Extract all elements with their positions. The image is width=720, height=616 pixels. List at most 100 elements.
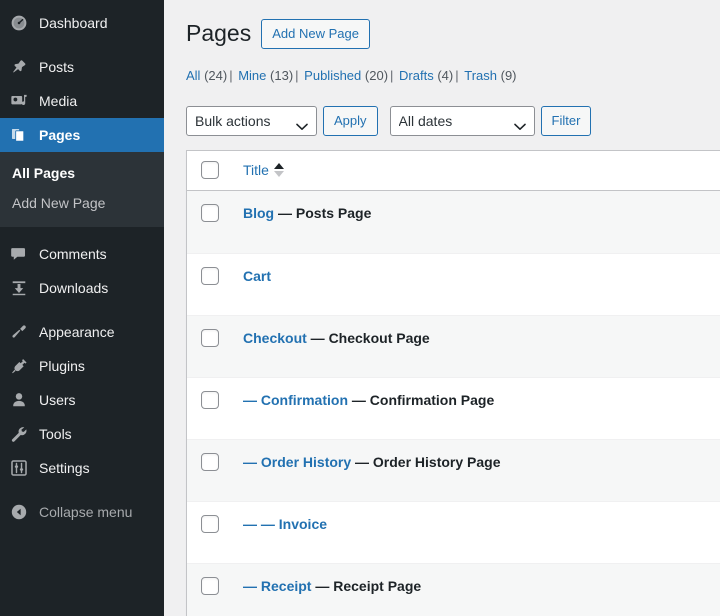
column-header-title: Title bbox=[233, 150, 720, 191]
page-header: Pages Add New Page bbox=[186, 10, 720, 49]
sidebar-item-settings[interactable]: Settings bbox=[0, 451, 164, 485]
sidebar-item-plugins[interactable]: Plugins bbox=[0, 349, 164, 383]
row-checkbox[interactable] bbox=[201, 390, 219, 409]
page-title-link[interactable]: — Confirmation bbox=[243, 392, 348, 408]
sidebar-item-label: Tools bbox=[39, 426, 72, 442]
comments-icon bbox=[9, 244, 29, 264]
media-icon bbox=[9, 91, 29, 111]
sidebar-item-downloads[interactable]: Downloads bbox=[0, 271, 164, 305]
sidebar-submenu-item-add-new-page[interactable]: Add New Page bbox=[0, 189, 164, 219]
plugins-icon bbox=[9, 356, 29, 376]
page-title-link[interactable]: — — Invoice bbox=[243, 516, 327, 532]
view-count-drafts: (4) bbox=[437, 67, 454, 83]
main-content: Pages Add New Page All (24) | Mine (13) | … bbox=[164, 0, 720, 616]
page-title-link[interactable]: Blog bbox=[243, 205, 274, 221]
apply-button[interactable]: Apply bbox=[323, 105, 378, 136]
submenu-label: Add New Page bbox=[12, 194, 106, 211]
admin-sidebar: Dashboard Posts Media Pages All Pages Ad… bbox=[0, 0, 172, 616]
pages-table: Title Blog — Posts Page Cart Checkout — … bbox=[186, 149, 720, 616]
row-title-wrap: — — Invoice bbox=[243, 516, 327, 532]
view-link-mine: Mine (13) | bbox=[238, 68, 300, 83]
row-checkbox[interactable] bbox=[201, 576, 219, 595]
select-all-header bbox=[187, 150, 233, 191]
row-checkbox[interactable] bbox=[201, 514, 219, 533]
row-checkbox[interactable] bbox=[201, 452, 219, 471]
dates-filter-select[interactable]: All dates bbox=[389, 105, 535, 136]
page-state-label: — Confirmation Page bbox=[348, 391, 495, 408]
row-checkbox[interactable] bbox=[201, 328, 219, 347]
sort-ascending-icon bbox=[273, 163, 284, 170]
sidebar-divider bbox=[0, 227, 164, 237]
sidebar-item-collapse-menu[interactable]: Collapse menu bbox=[0, 495, 164, 529]
sidebar-submenu-item-all-pages[interactable]: All Pages bbox=[0, 159, 164, 189]
view-count-published: (20) bbox=[364, 67, 389, 83]
view-separator: | bbox=[229, 67, 233, 83]
sidebar-divider bbox=[0, 485, 164, 495]
page-title-link[interactable]: Checkout bbox=[243, 330, 307, 346]
sidebar-submenu-pages: All Pages Add New Page bbox=[0, 152, 164, 227]
page-state-label: — Checkout Page bbox=[306, 329, 430, 346]
pin-icon bbox=[9, 57, 29, 77]
view-link-published-anchor[interactable]: Published bbox=[304, 68, 361, 83]
settings-icon bbox=[9, 458, 29, 478]
view-count-trash: (9) bbox=[500, 67, 517, 83]
table-body: Blog — Posts Page Cart Checkout — Checko… bbox=[187, 190, 720, 616]
sidebar-item-label: Pages bbox=[39, 127, 81, 143]
view-count-all: (24) bbox=[204, 67, 228, 83]
sidebar-item-posts[interactable]: Posts bbox=[0, 50, 164, 84]
sidebar-item-users[interactable]: Users bbox=[0, 383, 164, 417]
page-title-link[interactable]: Cart bbox=[243, 268, 271, 284]
page-title-link[interactable]: — Order History bbox=[243, 454, 351, 470]
bulk-actions-select[interactable]: Bulk actions bbox=[186, 105, 317, 136]
appearance-icon bbox=[9, 322, 29, 342]
row-checkbox[interactable] bbox=[201, 203, 219, 222]
sidebar-item-appearance[interactable]: Appearance bbox=[0, 315, 164, 349]
users-icon bbox=[9, 390, 29, 410]
sidebar-item-label: Collapse menu bbox=[39, 504, 133, 520]
row-title-cell: — Receipt — Receipt Page bbox=[233, 562, 720, 616]
table-row: — Receipt — Receipt Page bbox=[187, 562, 720, 616]
row-title-wrap: — Receipt — Receipt Page bbox=[243, 578, 421, 594]
admin-screen: Dashboard Posts Media Pages All Pages Ad… bbox=[0, 0, 720, 616]
page-title-link[interactable]: — Receipt bbox=[243, 578, 311, 594]
sidebar-item-comments[interactable]: Comments bbox=[0, 237, 164, 271]
tools-icon bbox=[9, 424, 29, 444]
add-new-page-button[interactable]: Add New Page bbox=[261, 19, 370, 49]
sidebar-item-label: Dashboard bbox=[39, 15, 108, 31]
sidebar-item-dashboard[interactable]: Dashboard bbox=[0, 6, 164, 40]
table-header-row: Title bbox=[187, 150, 720, 191]
sidebar-item-media[interactable]: Media bbox=[0, 84, 164, 118]
row-select-cell bbox=[187, 500, 233, 563]
select-all-checkbox[interactable] bbox=[201, 161, 219, 180]
view-count-mine: (13) bbox=[270, 67, 294, 83]
page-state-label: — Receipt Page bbox=[311, 577, 422, 594]
view-separator: | bbox=[390, 67, 394, 83]
row-title-wrap: — Confirmation — Confirmation Page bbox=[243, 392, 494, 408]
row-title-cell: Blog — Posts Page bbox=[233, 191, 720, 253]
row-select-cell bbox=[187, 252, 233, 315]
submenu-label: All Pages bbox=[12, 165, 76, 181]
row-title-wrap: — Order History — Order History Page bbox=[243, 454, 501, 470]
row-select-cell bbox=[187, 314, 233, 377]
sort-title-link[interactable]: Title bbox=[243, 162, 284, 178]
view-separator: | bbox=[455, 67, 459, 83]
table-row: Cart bbox=[187, 252, 720, 315]
view-link-drafts-anchor[interactable]: Drafts bbox=[399, 68, 434, 83]
view-filter-links: All (24) | Mine (13) | Published (20) | Dra… bbox=[186, 63, 720, 89]
filter-button[interactable]: Filter bbox=[540, 105, 592, 136]
sidebar-item-label: Posts bbox=[39, 59, 75, 75]
sidebar-item-tools[interactable]: Tools bbox=[0, 417, 164, 451]
sort-arrows-icon bbox=[273, 163, 284, 178]
row-title-cell: — Confirmation — Confirmation Page bbox=[233, 376, 720, 439]
row-checkbox[interactable] bbox=[201, 266, 219, 285]
table-row: — Order History — Order History Page bbox=[187, 438, 720, 501]
view-link-all: All (24) | bbox=[186, 68, 235, 83]
row-select-cell bbox=[187, 376, 233, 439]
view-link-published: Published (20) | bbox=[304, 68, 395, 83]
view-link-mine-anchor[interactable]: Mine bbox=[238, 68, 266, 83]
sidebar-item-pages[interactable]: Pages bbox=[0, 118, 172, 152]
sidebar-item-label: Settings bbox=[39, 460, 90, 476]
view-link-trash-anchor[interactable]: Trash bbox=[464, 68, 497, 83]
dates-filter-wrapper: All dates bbox=[389, 105, 535, 136]
view-link-all-anchor[interactable]: All bbox=[186, 68, 200, 83]
